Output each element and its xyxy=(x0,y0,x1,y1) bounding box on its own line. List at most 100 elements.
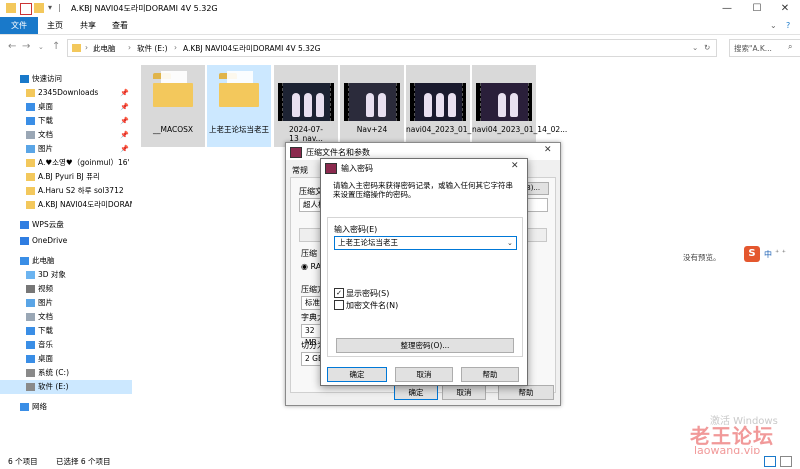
sidebar-item[interactable]: OneDrive xyxy=(0,234,132,248)
dialog-close-button[interactable]: ✕ xyxy=(544,145,552,155)
selected-count: 已选择 6 个项目 xyxy=(56,457,111,466)
sidebar-item[interactable]: 2345Downloads 📌 xyxy=(0,86,132,100)
tab-general[interactable]: 常规 xyxy=(292,165,308,176)
recent-locations-icon[interactable]: ⌄ xyxy=(38,43,44,51)
no-preview-text: 没有预览。 xyxy=(683,253,721,262)
tab-view[interactable]: 查看 xyxy=(112,17,128,34)
sidebar-item[interactable]: 图片 xyxy=(0,296,132,310)
forward-button[interactable]: → xyxy=(22,41,30,52)
tab-share[interactable]: 共享 xyxy=(80,17,96,34)
sidebar-item[interactable]: 文档 📌 xyxy=(0,128,132,142)
refresh-icon[interactable]: ↻ xyxy=(704,43,710,52)
up-button[interactable]: ↑ xyxy=(52,41,60,52)
encrypt-filenames-label: 加密文件名(N) xyxy=(346,301,399,310)
password-ok-button[interactable]: 确定 xyxy=(327,367,387,382)
password-value: 上老王论坛当老王 xyxy=(338,238,398,247)
minimize-button[interactable]: — xyxy=(712,0,742,17)
close-button[interactable]: ✕ xyxy=(770,0,800,17)
sidebar-item-label: 下载 xyxy=(38,116,53,125)
sidebar-item[interactable]: 图片 📌 xyxy=(0,142,132,156)
password-help-button[interactable]: 帮助 xyxy=(461,367,519,382)
sidebar-item[interactable]: 下载 📌 xyxy=(0,114,132,128)
tab-file[interactable]: 文件 xyxy=(0,17,38,34)
back-button[interactable]: ← xyxy=(8,41,16,52)
file-item[interactable]: 上老王论坛当老王 xyxy=(207,65,271,147)
navigation-pane: 快速访问 2345Downloads 📌 桌面 📌 下载 📌 文档 📌 图片 📌 A.♥소영♥（goi… xyxy=(0,66,132,454)
search-icon: ⌕ xyxy=(788,42,793,51)
video-thumbnail xyxy=(476,83,532,121)
video-thumbnail xyxy=(278,83,334,121)
video-thumbnail xyxy=(410,83,466,121)
new-folder-icon[interactable] xyxy=(34,3,44,13)
breadcrumb-current-folder[interactable]: A.KBJ NAVI04도라미DORAMI 4V 5.32G xyxy=(183,43,320,54)
help-icon[interactable]: ? xyxy=(786,17,790,34)
breadcrumb-drive-e[interactable]: 软件 (E:) xyxy=(137,43,168,54)
breadcrumb-separator: › xyxy=(174,43,177,52)
folder-icon xyxy=(26,89,35,97)
sidebar-item-label: A.KBJ NAVI04도라미DORAMI xyxy=(38,200,132,209)
large-icons-view-icon[interactable] xyxy=(780,456,792,467)
file-name: 2024-07-13_nav... xyxy=(288,125,324,143)
document-icon xyxy=(26,131,35,139)
sidebar-item-label: OneDrive xyxy=(32,236,68,245)
encrypt-filenames-checkbox[interactable] xyxy=(334,300,344,310)
sidebar-item[interactable]: 音乐 xyxy=(0,338,132,352)
sidebar-item[interactable]: 此电脑 xyxy=(0,254,132,268)
file-item[interactable]: 2024-07-13_nav... xyxy=(274,65,338,147)
window-title: A.KBJ NAVI04도라미DORAMI 4V 5.32G xyxy=(71,4,218,13)
desktop-icon xyxy=(26,103,35,111)
file-item[interactable]: navi04_2023_01_14_02... xyxy=(472,65,567,147)
sidebar-item-label: 2345Downloads xyxy=(38,88,99,97)
tab-home[interactable]: 主页 xyxy=(47,17,63,34)
show-password-checkbox[interactable]: ✓ xyxy=(334,288,344,298)
password-input[interactable]: 上老王论坛当老王 ⌄ xyxy=(334,236,517,250)
sidebar-item[interactable]: 系统 (C:) xyxy=(0,366,132,380)
maximize-button[interactable]: ☐ xyxy=(742,0,772,17)
details-view-icon[interactable] xyxy=(764,456,776,467)
sidebar-item[interactable]: A.KBJ NAVI04도라미DORAMI xyxy=(0,198,132,212)
folder-icon xyxy=(26,173,35,181)
sidebar-item[interactable]: 软件 (E:) xyxy=(0,380,132,394)
video-icon xyxy=(26,285,35,293)
sidebar-item[interactable]: 3D 对象 xyxy=(0,268,132,282)
sidebar-item[interactable]: 桌面 📌 xyxy=(0,100,132,114)
expand-ribbon-icon[interactable]: ⌄ xyxy=(770,17,777,34)
password-dropdown-icon[interactable]: ⌄ xyxy=(507,237,513,249)
search-placeholder: 搜索"A.K... xyxy=(734,44,772,53)
password-cancel-button[interactable]: 取消 xyxy=(395,367,453,382)
rar-format-radio[interactable]: ◉ RA xyxy=(301,262,321,271)
sidebar-item[interactable]: A.Haru S2 하루 sol3712 xyxy=(0,184,132,198)
outer-help-button[interactable]: 帮助 xyxy=(498,385,554,400)
sidebar-item[interactable]: A.BJ Pyuri BJ 퓨리 xyxy=(0,170,132,184)
outer-ok-button[interactable]: 确定 xyxy=(394,385,438,400)
sidebar-item[interactable]: 网络 xyxy=(0,400,132,414)
sidebar-item[interactable]: 文档 xyxy=(0,310,132,324)
address-bar[interactable]: › 此电脑 › 软件 (E:) › A.KBJ NAVI04도라미DORAMI … xyxy=(67,39,717,57)
sidebar-item[interactable]: 快速访问 xyxy=(0,72,132,86)
preview-pane: 没有预览。 S 中 ⁺ ⁺ 激活 Windows 老王论坛 laowang.vi… xyxy=(680,60,800,457)
customize-quick-access-icon[interactable]: ▾ xyxy=(48,3,58,13)
properties-icon[interactable] xyxy=(20,3,32,15)
breadcrumb-separator: › xyxy=(85,43,88,52)
folder-icon xyxy=(6,3,16,13)
organize-passwords-button[interactable]: 整理密码(O)... xyxy=(336,338,514,353)
sidebar-item-label: 系统 (C:) xyxy=(38,368,69,377)
ime-toolbar-icons[interactable]: ⁺ ⁺ xyxy=(775,248,786,257)
outer-cancel-button[interactable]: 取消 xyxy=(442,385,486,400)
file-item[interactable]: navi04_2023_01_13_05... xyxy=(406,65,501,147)
file-item[interactable]: __MACOSX xyxy=(141,65,205,147)
divider: | xyxy=(58,3,61,12)
sidebar-item[interactable]: A.♥소영♥（goinmul）16' xyxy=(0,156,132,170)
sogou-ime-logo-icon[interactable]: S xyxy=(744,246,760,262)
address-dropdown-icon[interactable]: ⌄ xyxy=(692,43,698,52)
ime-mode-indicator[interactable]: 中 xyxy=(764,249,772,260)
file-item[interactable]: Nav+24 xyxy=(340,65,404,147)
sidebar-item-label: A.♥소영♥（goinmul）16' xyxy=(38,158,130,167)
sidebar-item[interactable]: 桌面 xyxy=(0,352,132,366)
sidebar-item[interactable]: 下载 xyxy=(0,324,132,338)
search-box[interactable]: 搜索"A.K... ⌕ xyxy=(729,39,800,57)
password-dialog-close-button[interactable]: ✕ xyxy=(511,161,519,171)
sidebar-item[interactable]: WPS云盘 xyxy=(0,218,132,232)
sidebar-item[interactable]: 视频 xyxy=(0,282,132,296)
breadcrumb-this-pc[interactable]: 此电脑 xyxy=(93,43,116,54)
